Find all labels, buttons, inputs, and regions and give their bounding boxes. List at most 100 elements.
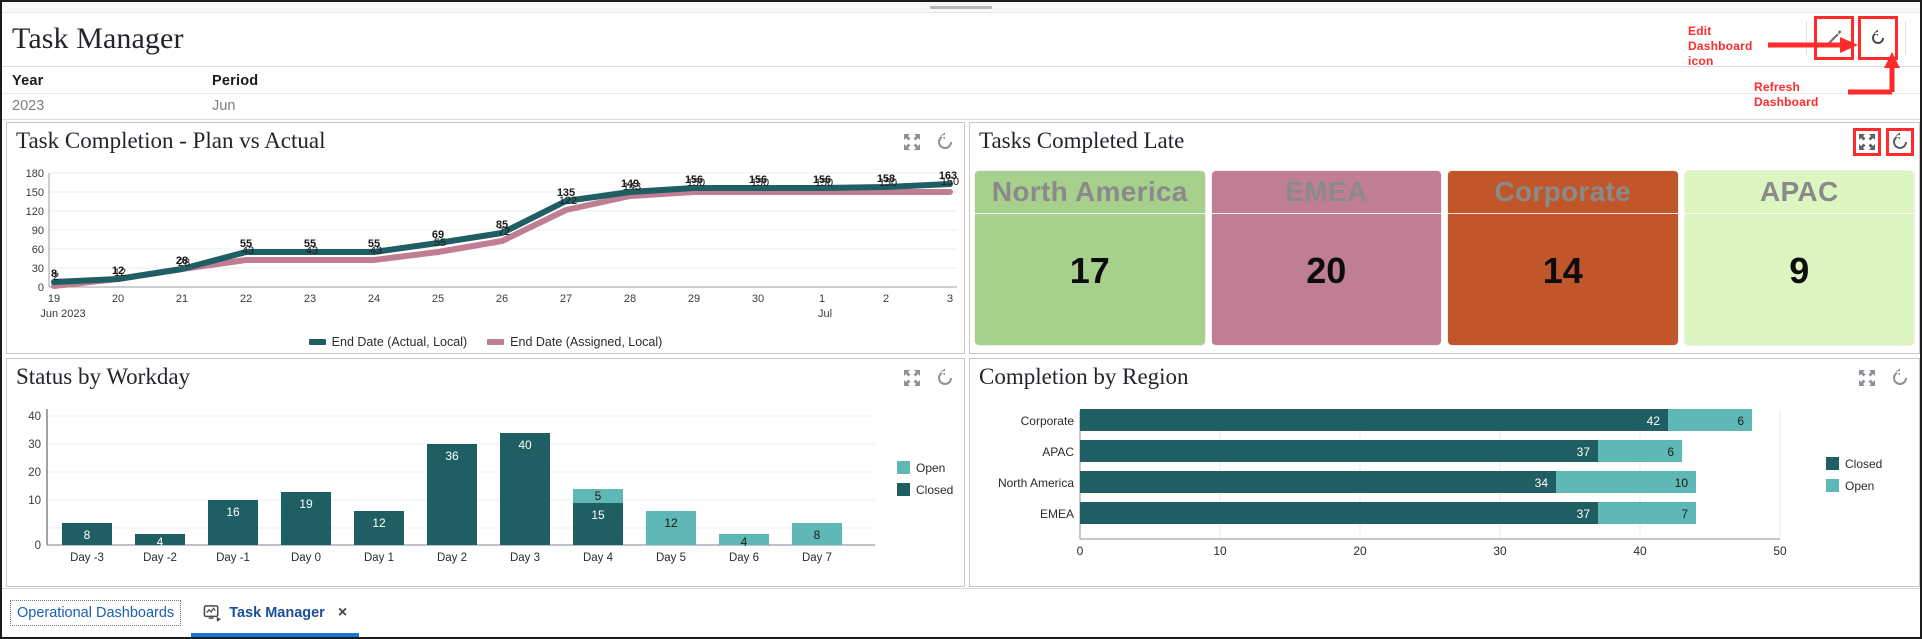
svg-text:EMEA: EMEA xyxy=(1040,507,1074,521)
svg-text:Day 0: Day 0 xyxy=(291,552,321,564)
svg-text:180: 180 xyxy=(26,168,44,180)
legend-item-actual[interactable]: End Date (Actual, Local) xyxy=(308,335,467,349)
tab-operational-dashboards[interactable]: Operational Dashboards xyxy=(10,600,182,626)
svg-text:28: 28 xyxy=(178,257,190,269)
svg-text:20: 20 xyxy=(112,293,124,305)
svg-text:1: 1 xyxy=(819,293,825,305)
svg-text:22: 22 xyxy=(240,293,252,305)
svg-text:36: 36 xyxy=(445,449,459,463)
chart-task-completion: 180 150 120 90 60 30 0 8 12 28 55 55 55 … xyxy=(26,168,960,320)
svg-text:Day -2: Day -2 xyxy=(143,552,177,564)
x-tick-labels: 0 10 20 30 40 50 xyxy=(1077,544,1787,558)
panel-task-completion: Task Completion - Plan vs Actual 180 150… xyxy=(6,122,965,354)
svg-text:Corporate: Corporate xyxy=(1021,414,1075,428)
svg-text:Jul: Jul xyxy=(818,308,832,320)
svg-text:0: 0 xyxy=(38,282,44,294)
legend-label-closed: Closed xyxy=(1845,457,1882,471)
svg-text:Day 2: Day 2 xyxy=(437,552,467,564)
refresh-icon[interactable] xyxy=(934,131,956,153)
expand-icon[interactable] xyxy=(901,367,923,389)
panel-title-status-workday: Status by Workday xyxy=(16,364,191,389)
refresh-icon[interactable] xyxy=(1886,128,1914,156)
panel-actions-tasks-late xyxy=(1853,128,1914,156)
svg-text:APAC: APAC xyxy=(1042,445,1074,459)
kpi-tile-apac[interactable]: APAC 9 xyxy=(1684,171,1914,345)
kpi-label-apac: APAC xyxy=(1684,171,1914,214)
expand-icon[interactable] xyxy=(1856,367,1878,389)
arrow-edit-dashboard xyxy=(1768,37,1858,53)
svg-text:40: 40 xyxy=(1633,544,1647,558)
svg-text:43: 43 xyxy=(242,245,254,257)
svg-text:43: 43 xyxy=(370,245,382,257)
legend-swatch-open xyxy=(1826,479,1839,492)
hbar-north-america-closed-label: 34 xyxy=(1535,476,1549,490)
refresh-icon[interactable] xyxy=(934,367,956,389)
legend-status-workday: Open Closed xyxy=(897,461,953,497)
hbar-apac-closed-label: 37 xyxy=(1577,445,1591,459)
svg-text:150: 150 xyxy=(941,176,959,188)
hbar-corporate: 42 6 xyxy=(1080,409,1752,431)
svg-text:10: 10 xyxy=(1213,544,1227,558)
x-tick-labels: 19 20 21 22 23 24 25 26 27 28 29 30 1 2 … xyxy=(40,293,953,320)
panel-title-completion-region: Completion by Region xyxy=(979,364,1189,389)
svg-text:150: 150 xyxy=(687,177,705,189)
svg-text:2: 2 xyxy=(53,271,59,283)
y-tick-labels: 180 150 120 90 60 30 0 xyxy=(26,168,44,294)
svg-text:3: 3 xyxy=(947,293,953,305)
legend-label-open: Open xyxy=(916,461,945,475)
svg-text:5: 5 xyxy=(595,489,602,503)
svg-text:72: 72 xyxy=(498,226,510,238)
svg-text:90: 90 xyxy=(32,225,44,237)
legend-swatch-open xyxy=(897,461,910,474)
hbar-north-america-closed xyxy=(1080,471,1556,493)
expand-icon[interactable] xyxy=(1853,128,1881,156)
svg-text:12: 12 xyxy=(372,516,386,530)
hbar-apac: 37 6 xyxy=(1080,440,1682,462)
svg-text:25: 25 xyxy=(432,293,444,305)
dashboard-icon xyxy=(203,604,222,622)
svg-text:150: 150 xyxy=(815,177,833,189)
kpi-label-emea: EMEA xyxy=(1211,171,1441,214)
svg-text:4: 4 xyxy=(157,535,164,549)
kpi-tile-emea[interactable]: EMEA 20 xyxy=(1211,171,1441,345)
tab-label-operational-dashboards: Operational Dashboards xyxy=(17,605,175,621)
expand-icon[interactable] xyxy=(901,131,923,153)
panel-tasks-completed-late: Tasks Completed Late North America 17 EM… xyxy=(969,122,1920,354)
panel-title-task-completion: Task Completion - Plan vs Actual xyxy=(16,128,326,153)
svg-text:0: 0 xyxy=(35,540,41,552)
svg-text:43: 43 xyxy=(306,245,318,257)
svg-text:143: 143 xyxy=(623,181,641,193)
chart-status-by-workday: 40 30 20 10 0 8 4 16 19 12 36 40 15 5 12… xyxy=(28,409,953,564)
panel-completion-by-region: Completion by Region Corporate APAC Nort… xyxy=(969,358,1920,587)
svg-text:30: 30 xyxy=(1493,544,1507,558)
legend-item-assigned[interactable]: End Date (Assigned, Local) xyxy=(487,335,662,349)
kpi-tile-north-america[interactable]: North America 17 xyxy=(975,171,1205,345)
svg-text:28: 28 xyxy=(624,293,636,305)
tab-close-icon[interactable]: × xyxy=(338,604,347,622)
tab-task-manager[interactable]: Task Manager × xyxy=(191,593,360,637)
hbar-corporate-open-label: 6 xyxy=(1737,414,1744,428)
svg-text:122: 122 xyxy=(559,195,577,207)
svg-text:40: 40 xyxy=(28,411,41,423)
svg-text:150: 150 xyxy=(879,177,897,189)
svg-text:Day 4: Day 4 xyxy=(583,552,614,564)
refresh-icon[interactable] xyxy=(1889,367,1911,389)
legend-task-completion: End Date (Actual, Local) End Date (Assig… xyxy=(7,335,964,349)
kpi-value-apac: 9 xyxy=(1789,249,1810,291)
arrow-refresh-dashboard xyxy=(1848,52,1900,95)
panel-actions-status-workday xyxy=(901,367,956,389)
svg-text:120: 120 xyxy=(26,206,44,218)
hbar-emea-closed-label: 37 xyxy=(1577,507,1591,521)
svg-text:4: 4 xyxy=(741,535,748,549)
svg-text:23: 23 xyxy=(304,293,316,305)
legend-label-assigned: End Date (Assigned, Local) xyxy=(510,335,663,349)
kpi-value-emea: 20 xyxy=(1306,249,1347,291)
svg-text:2: 2 xyxy=(883,293,889,305)
kpi-tile-corporate[interactable]: Corporate 14 xyxy=(1448,171,1678,345)
kpi-tile-group: North America 17 EMEA 20 Corporate 14 AP… xyxy=(975,171,1914,345)
svg-text:12: 12 xyxy=(664,516,678,530)
svg-text:29: 29 xyxy=(688,293,700,305)
panel-title-tasks-late: Tasks Completed Late xyxy=(979,128,1185,153)
hbar-north-america: 34 10 xyxy=(1080,471,1696,493)
svg-text:10: 10 xyxy=(28,495,41,507)
